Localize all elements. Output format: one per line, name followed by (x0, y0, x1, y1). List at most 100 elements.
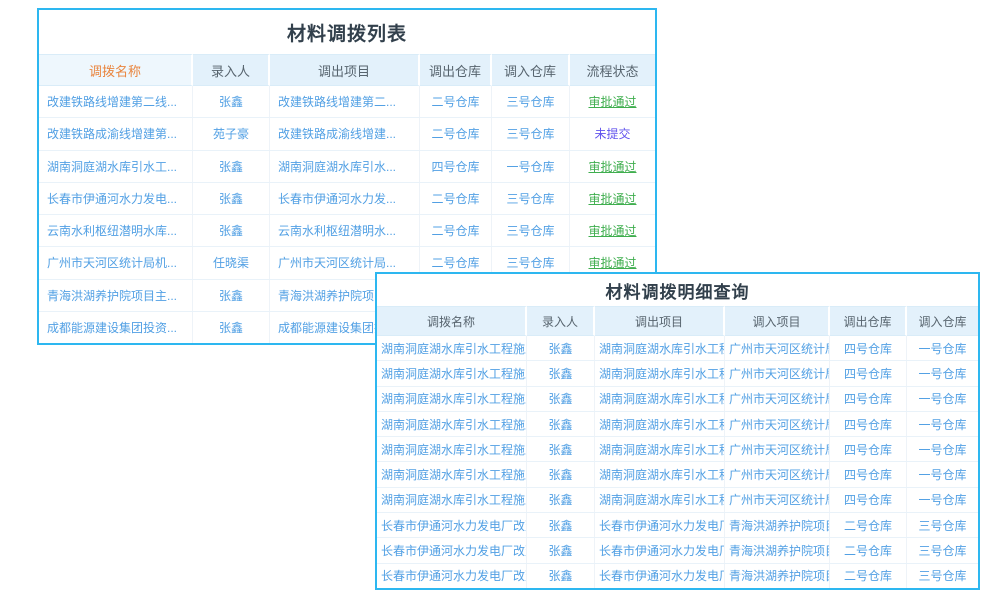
cell-entry-person: 张鑫 (193, 151, 270, 182)
cell-transfer-name: 长春市伊通河水力发电厂改建工程 (377, 538, 527, 562)
table-row[interactable]: 湖南洞庭湖水库引水工程施工标段张鑫湖南洞庭湖水库引水工程施工标段广州市天河区统计… (377, 336, 978, 361)
cell-entry-person: 张鑫 (193, 312, 270, 343)
table-row[interactable]: 湖南洞庭湖水库引水工程施工标段张鑫湖南洞庭湖水库引水工程施工标段广州市天河区统计… (377, 488, 978, 513)
cell-in-project: 广州市天河区统计局机关大楼 (725, 437, 830, 461)
cell-out-warehouse: 二号仓库 (420, 215, 492, 246)
cell-out-warehouse: 四号仓库 (830, 336, 907, 360)
cell-transfer-name: 广州市天河区统计局机... (39, 247, 193, 278)
detail-header-in-warehouse: 调入仓库 (907, 306, 978, 336)
list-header-out-warehouse: 调出仓库 (420, 54, 492, 86)
cell-entry-person: 张鑫 (527, 412, 595, 436)
cell-out-warehouse: 二号仓库 (830, 564, 907, 588)
cell-entry-person: 张鑫 (527, 336, 595, 360)
cell-out-project: 湖南洞庭湖水库引水工程施工标段 (595, 336, 725, 360)
cell-transfer-name: 青海洪湖养护院项目主... (39, 280, 193, 311)
cell-in-warehouse: 三号仓库 (907, 513, 978, 537)
cell-status-link[interactable]: 审批通过 (570, 215, 655, 246)
detail-header-out-warehouse: 调出仓库 (830, 306, 907, 336)
cell-status-link[interactable]: 未提交 (570, 118, 655, 149)
cell-out-project: 湖南洞庭湖水库引水工程施工标段 (595, 462, 725, 486)
cell-out-warehouse: 二号仓库 (830, 538, 907, 562)
cell-transfer-name: 湖南洞庭湖水库引水工程施工标段 (377, 412, 527, 436)
cell-in-warehouse: 一号仓库 (907, 462, 978, 486)
cell-out-warehouse: 二号仓库 (830, 513, 907, 537)
cell-out-project: 改建铁路成渝线增建... (270, 118, 420, 149)
cell-out-project: 湖南洞庭湖水库引水工程施工标段 (595, 488, 725, 512)
detail-header-out-project: 调出项目 (595, 306, 725, 336)
cell-transfer-name: 湖南洞庭湖水库引水工程施工标段 (377, 336, 527, 360)
cell-out-project: 湖南洞庭湖水库引水... (270, 151, 420, 182)
cell-in-project: 青海洪湖养护院项目 (725, 538, 830, 562)
cell-entry-person: 张鑫 (193, 215, 270, 246)
cell-in-warehouse: 三号仓库 (907, 564, 978, 588)
cell-in-project: 广州市天河区统计局机关大楼 (725, 462, 830, 486)
cell-out-project: 湖南洞庭湖水库引水工程施工标段 (595, 437, 725, 461)
cell-entry-person: 张鑫 (193, 280, 270, 311)
cell-in-project: 广州市天河区统计局机关大楼 (725, 488, 830, 512)
table-row[interactable]: 长春市伊通河水力发电厂改建工程张鑫长春市伊通河水力发电厂改建工程青海洪湖养护院项… (377, 538, 978, 563)
cell-out-warehouse: 四号仓库 (830, 437, 907, 461)
cell-out-warehouse: 二号仓库 (420, 183, 492, 214)
list-header-in-warehouse: 调入仓库 (492, 54, 570, 86)
cell-transfer-name: 改建铁路线增建第二线... (39, 86, 193, 117)
cell-status-link[interactable]: 审批通过 (570, 86, 655, 117)
cell-in-warehouse: 一号仓库 (907, 437, 978, 461)
table-row[interactable]: 湖南洞庭湖水库引水工程施工标段张鑫湖南洞庭湖水库引水工程施工标段广州市天河区统计… (377, 361, 978, 386)
cell-in-warehouse: 一号仓库 (907, 412, 978, 436)
cell-in-warehouse: 一号仓库 (907, 361, 978, 385)
table-row[interactable]: 长春市伊通河水力发电厂改建工程张鑫长春市伊通河水力发电厂改建工程青海洪湖养护院项… (377, 513, 978, 538)
cell-out-warehouse: 四号仓库 (830, 387, 907, 411)
cell-in-warehouse: 一号仓库 (492, 151, 570, 182)
cell-transfer-name: 长春市伊通河水力发电厂改建工程 (377, 564, 527, 588)
cell-transfer-name: 湖南洞庭湖水库引水工程施工标段 (377, 361, 527, 385)
table-row[interactable]: 湖南洞庭湖水库引水工程施工标段张鑫湖南洞庭湖水库引水工程施工标段广州市天河区统计… (377, 387, 978, 412)
cell-in-warehouse: 三号仓库 (492, 118, 570, 149)
table-row[interactable]: 改建铁路线增建第二线...张鑫改建铁路线增建第二...二号仓库三号仓库审批通过 (39, 86, 655, 118)
cell-entry-person: 苑子豪 (193, 118, 270, 149)
cell-transfer-name: 成都能源建设集团投资... (39, 312, 193, 343)
cell-in-warehouse: 三号仓库 (907, 538, 978, 562)
cell-out-project: 长春市伊通河水力发... (270, 183, 420, 214)
cell-transfer-name: 湖南洞庭湖水库引水工... (39, 151, 193, 182)
cell-in-project: 广州市天河区统计局机关大楼 (725, 412, 830, 436)
list-header-out-project: 调出项目 (270, 54, 420, 86)
cell-out-warehouse: 四号仓库 (830, 361, 907, 385)
list-window-title: 材料调拨列表 (39, 10, 655, 54)
detail-table-body: 湖南洞庭湖水库引水工程施工标段张鑫湖南洞庭湖水库引水工程施工标段广州市天河区统计… (377, 336, 978, 588)
cell-transfer-name: 长春市伊通河水力发电厂改建工程 (377, 513, 527, 537)
cell-in-warehouse: 一号仓库 (907, 336, 978, 360)
cell-out-project: 长春市伊通河水力发电厂改建工程 (595, 564, 725, 588)
cell-transfer-name: 湖南洞庭湖水库引水工程施工标段 (377, 437, 527, 461)
table-row[interactable]: 云南水利枢纽潜明水库...张鑫云南水利枢纽潜明水...二号仓库三号仓库审批通过 (39, 215, 655, 247)
list-header-entry-person: 录入人 (193, 54, 270, 86)
cell-transfer-name: 湖南洞庭湖水库引水工程施工标段 (377, 387, 527, 411)
table-row[interactable]: 湖南洞庭湖水库引水工程施工标段张鑫湖南洞庭湖水库引水工程施工标段广州市天河区统计… (377, 462, 978, 487)
cell-out-project: 云南水利枢纽潜明水... (270, 215, 420, 246)
cell-entry-person: 张鑫 (527, 387, 595, 411)
cell-in-project: 青海洪湖养护院项目 (725, 513, 830, 537)
table-row[interactable]: 长春市伊通河水力发电...张鑫长春市伊通河水力发...二号仓库三号仓库审批通过 (39, 183, 655, 215)
cell-in-project: 广州市天河区统计局机关大楼 (725, 361, 830, 385)
detail-header-in-project: 调入项目 (725, 306, 830, 336)
cell-transfer-name: 云南水利枢纽潜明水库... (39, 215, 193, 246)
table-row[interactable]: 湖南洞庭湖水库引水工程施工标段张鑫湖南洞庭湖水库引水工程施工标段广州市天河区统计… (377, 412, 978, 437)
table-row[interactable]: 长春市伊通河水力发电厂改建工程张鑫长春市伊通河水力发电厂改建工程青海洪湖养护院项… (377, 564, 978, 588)
cell-out-warehouse: 四号仓库 (420, 151, 492, 182)
cell-status-link[interactable]: 审批通过 (570, 183, 655, 214)
table-row[interactable]: 湖南洞庭湖水库引水工程施工标段张鑫湖南洞庭湖水库引水工程施工标段广州市天河区统计… (377, 437, 978, 462)
cell-entry-person: 张鑫 (527, 564, 595, 588)
cell-status-link[interactable]: 审批通过 (570, 151, 655, 182)
cell-out-project: 长春市伊通河水力发电厂改建工程 (595, 538, 725, 562)
list-header-transfer-name[interactable]: 调拨名称 (39, 54, 193, 86)
cell-transfer-name: 改建铁路成渝线增建第... (39, 118, 193, 149)
cell-entry-person: 张鑫 (527, 513, 595, 537)
list-header-status: 流程状态 (570, 54, 655, 86)
detail-header-transfer-name: 调拨名称 (377, 306, 527, 336)
cell-entry-person: 张鑫 (527, 462, 595, 486)
cell-out-warehouse: 四号仓库 (830, 462, 907, 486)
table-row[interactable]: 改建铁路成渝线增建第...苑子豪改建铁路成渝线增建...二号仓库三号仓库未提交 (39, 118, 655, 150)
table-row[interactable]: 湖南洞庭湖水库引水工...张鑫湖南洞庭湖水库引水...四号仓库一号仓库审批通过 (39, 151, 655, 183)
material-transfer-detail-window: 材料调拨明细查询 调拨名称 录入人 调出项目 调入项目 调出仓库 调入仓库 湖南… (375, 272, 980, 590)
cell-in-warehouse: 三号仓库 (492, 86, 570, 117)
cell-out-warehouse: 四号仓库 (830, 412, 907, 436)
